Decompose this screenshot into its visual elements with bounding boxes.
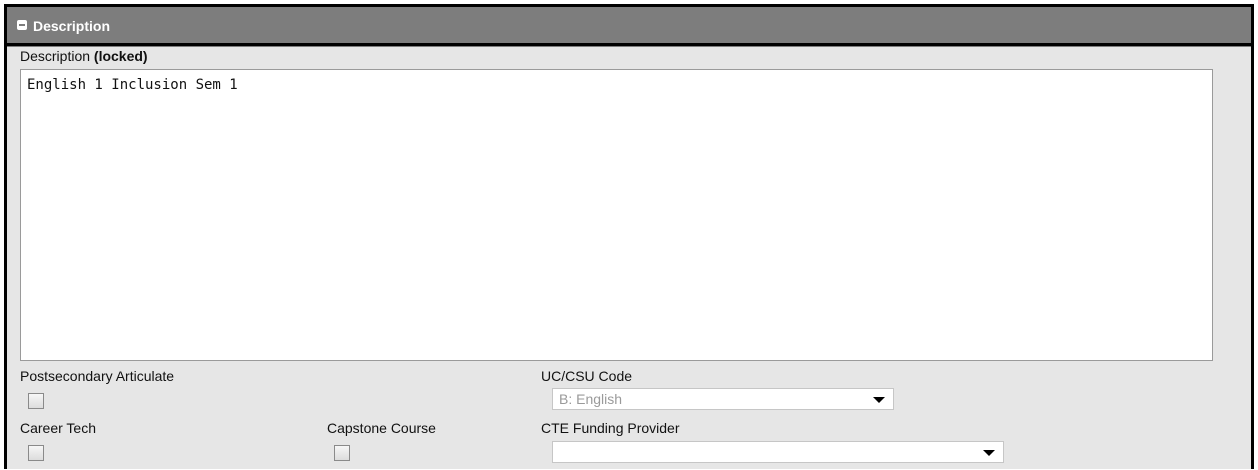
dropdown-arrow-icon <box>983 450 995 456</box>
career-tech-checkbox[interactable] <box>28 445 44 461</box>
career-tech-label: Career Tech <box>20 420 97 436</box>
uc-csu-code-label: UC/CSU Code <box>541 368 633 384</box>
locked-indicator: (locked) <box>93 48 148 64</box>
dropdown-arrow-icon <box>873 397 885 403</box>
description-label-text: Description <box>20 48 91 64</box>
section-header[interactable]: Description <box>7 7 1251 47</box>
header-divider <box>7 43 1251 46</box>
cte-funding-provider-label: CTE Funding Provider <box>541 420 680 436</box>
uc-csu-code-value: B: English <box>559 391 623 407</box>
capstone-course-checkbox[interactable] <box>334 445 350 461</box>
description-textarea[interactable]: English 1 Inclusion Sem 1 <box>20 69 1213 361</box>
section-title: Description <box>33 18 111 34</box>
cte-funding-provider-select[interactable] <box>552 441 1004 463</box>
description-panel: Description Description (locked) English… <box>4 4 1254 469</box>
postsecondary-articulate-checkbox[interactable] <box>28 393 44 409</box>
uc-csu-code-select[interactable]: B: English <box>552 388 894 410</box>
postsecondary-articulate-label: Postsecondary Articulate <box>20 368 175 384</box>
description-label: Description (locked) <box>20 48 148 64</box>
capstone-course-label: Capstone Course <box>327 420 436 436</box>
collapse-icon[interactable] <box>17 20 27 30</box>
